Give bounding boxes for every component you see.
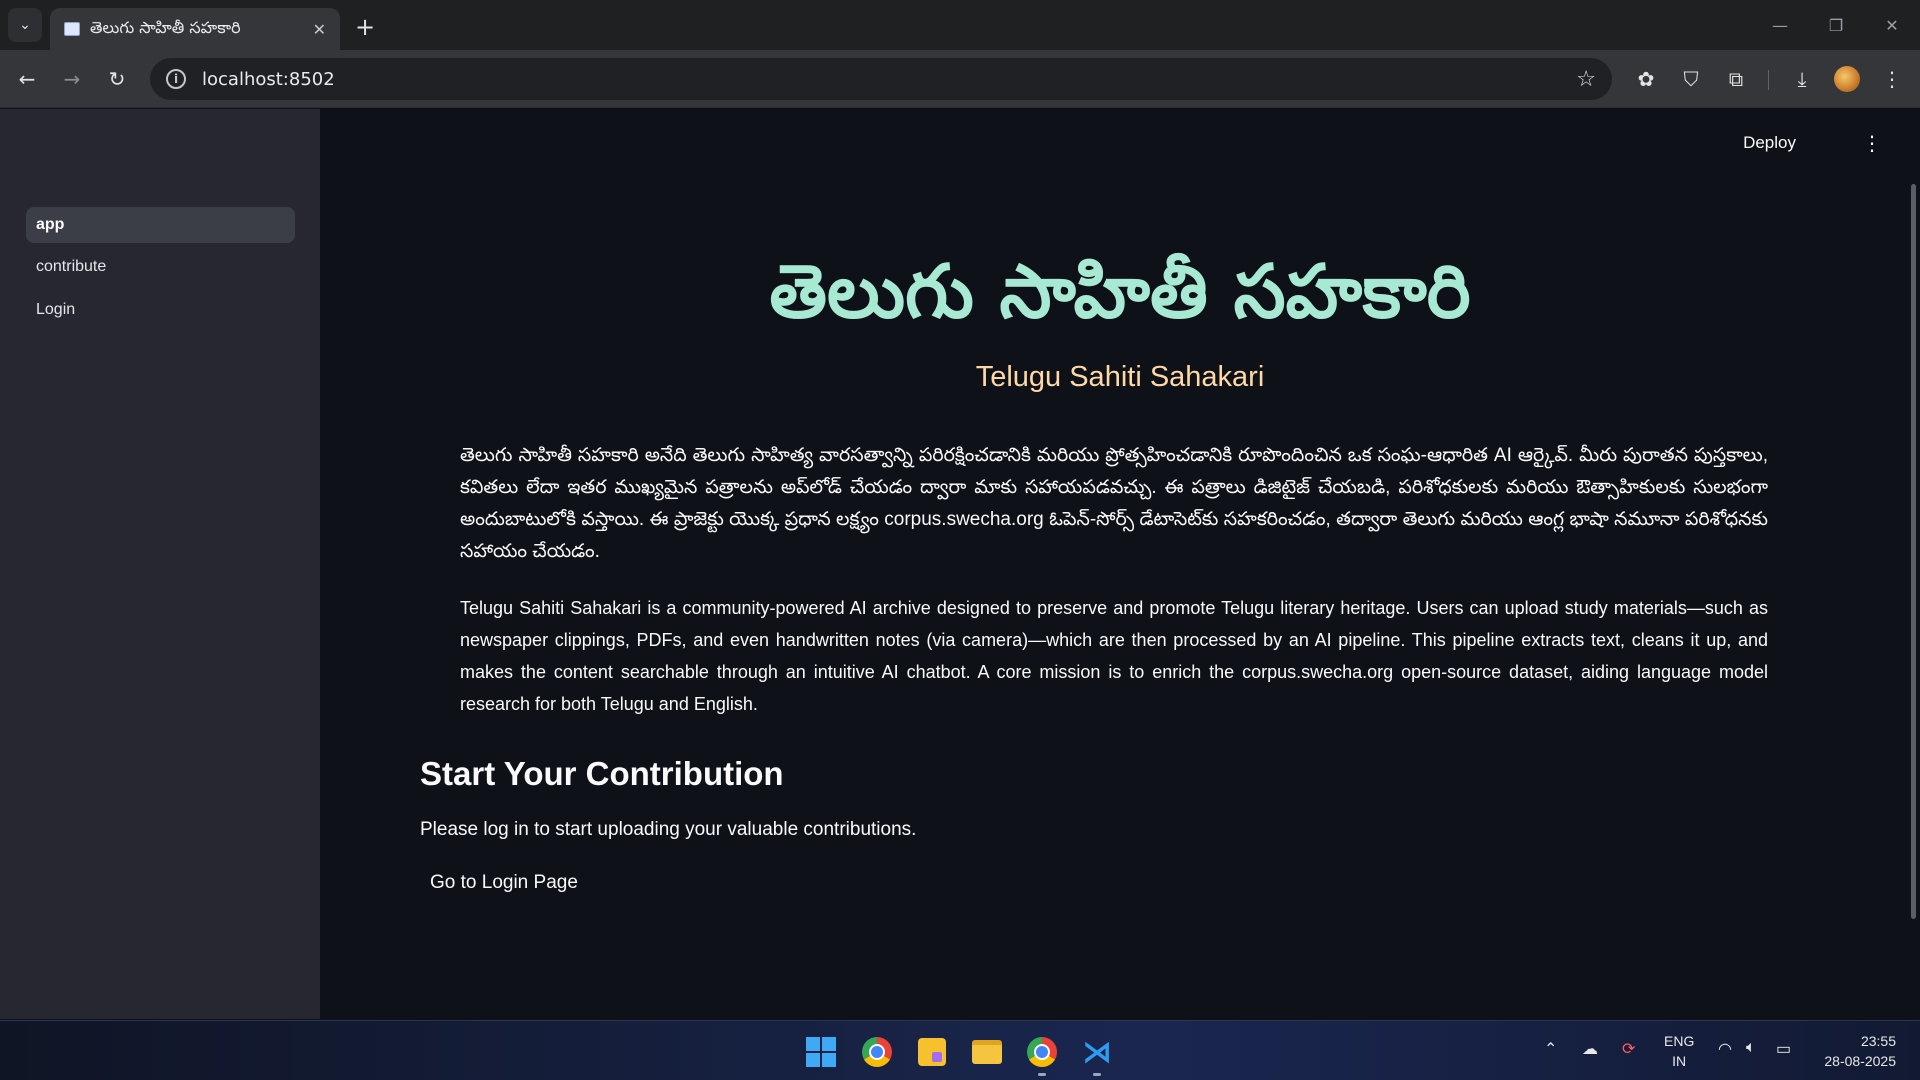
vscode-icon[interactable]: ⋊: [1080, 1035, 1114, 1070]
profile-avatar[interactable]: [1834, 66, 1860, 92]
telugu-description: తెలుగు సాహితీ సహకారి అనేది తెలుగు సాహిత్…: [460, 445, 1768, 562]
sync-alert-icon[interactable]: ⟳: [1622, 1039, 1635, 1059]
page-subtitle: Telugu Sahiti Sahakari: [975, 361, 1265, 393]
clock-time: 23:55: [1860, 1033, 1896, 1049]
minimize-icon[interactable]: —: [1752, 0, 1808, 50]
download-icon[interactable]: ⤓: [1786, 63, 1818, 95]
deploy-button[interactable]: Deploy: [1743, 133, 1796, 153]
wifi-icon[interactable]: ◠: [1718, 1039, 1732, 1059]
battery-icon[interactable]: ▭: [1776, 1039, 1791, 1059]
chrome-profile-icon[interactable]: [1025, 1035, 1059, 1069]
site-info-icon[interactable]: i: [166, 69, 186, 89]
restore-icon[interactable]: ❐: [1808, 0, 1864, 50]
forward-arrow-icon[interactable]: →: [56, 63, 88, 95]
address-bar[interactable]: i localhost:8502 ☆: [150, 58, 1612, 100]
login-message: Please log in to start uploading your va…: [420, 819, 917, 840]
close-tab-icon[interactable]: ✕: [313, 20, 326, 39]
main-content: Deploy ⋮ తెలుగు సాహితీ సహకారి Telugu Sah…: [320, 109, 1920, 1019]
english-description: Telugu Sahiti Sahakari is a community-po…: [460, 598, 1768, 714]
cookie-extension-icon[interactable]: ✿: [1630, 63, 1662, 95]
clock-date: 28-08-2025: [1824, 1053, 1896, 1069]
running-indicator: [1038, 1073, 1046, 1076]
running-indicator: [1093, 1073, 1101, 1076]
file-explorer-icon[interactable]: [970, 1035, 1004, 1069]
shield-extension-icon[interactable]: ⛉: [1675, 63, 1707, 95]
extensions-puzzle-icon[interactable]: ⧉: [1720, 63, 1752, 95]
chrome-icon[interactable]: [860, 1035, 894, 1069]
url-text[interactable]: localhost:8502: [202, 69, 1576, 90]
new-tab-icon[interactable]: +: [350, 12, 380, 42]
region-code: IN: [1672, 1053, 1687, 1069]
sidebar-item-contribute[interactable]: contribute: [26, 249, 295, 285]
browser-menu-icon[interactable]: ⋮: [1876, 63, 1908, 95]
browser-toolbar: ← → ↻ i localhost:8502 ☆ ✿ ⛉ ⧉ ⤓ ⋮: [0, 50, 1920, 108]
sidebar-nav: app contribute Login: [0, 109, 320, 1019]
app-menu-icon[interactable]: ⋮: [1862, 131, 1882, 155]
sidebar-item-app[interactable]: app: [26, 207, 295, 243]
onedrive-cloud-icon[interactable]: ☁: [1582, 1039, 1598, 1059]
tab-title: తెలుగు సాహితీ సహకారి: [90, 17, 241, 37]
language-indicator[interactable]: ENG IN: [1664, 1031, 1694, 1071]
window-close-icon[interactable]: ✕: [1864, 0, 1920, 50]
system-clock[interactable]: 23:55 28-08-2025: [1816, 1031, 1896, 1071]
language-code: ENG: [1664, 1033, 1695, 1049]
browser-tab[interactable]: తెలుగు సాహితీ సహకారి ✕: [50, 8, 340, 50]
back-arrow-icon[interactable]: ←: [11, 63, 43, 95]
taskbar: ⋊ ⌃ ☁ ⟳ ENG IN ◠ 🔈︎ ▭ 23:55 28-08-2025: [0, 1020, 1920, 1080]
reload-icon[interactable]: ↻: [101, 63, 133, 95]
start-windows-icon[interactable]: [804, 1035, 838, 1069]
tab-search-dropdown-icon[interactable]: ⌄: [8, 8, 42, 42]
section-heading: Start Your Contribution: [420, 755, 784, 792]
sticky-notes-icon[interactable]: [915, 1035, 949, 1069]
book-favicon-icon: [64, 22, 80, 36]
browser-tab-bar: ⌄ తెలుగు సాహితీ సహకారి ✕ + — ❐ ✕: [0, 0, 1920, 50]
go-to-login-button[interactable]: Go to Login Page: [420, 864, 588, 902]
bookmark-star-icon[interactable]: ☆: [1576, 67, 1596, 92]
sidebar-item-login[interactable]: Login: [26, 292, 295, 328]
volume-icon[interactable]: 🔈︎: [1746, 1039, 1756, 1057]
window-controls: — ❐ ✕: [1752, 0, 1920, 50]
toolbar-divider: [1768, 70, 1769, 90]
show-hidden-icons-icon[interactable]: ⌃: [1544, 1039, 1557, 1059]
page-title: తెలుగు సాహితీ సహకారి: [769, 249, 1471, 335]
